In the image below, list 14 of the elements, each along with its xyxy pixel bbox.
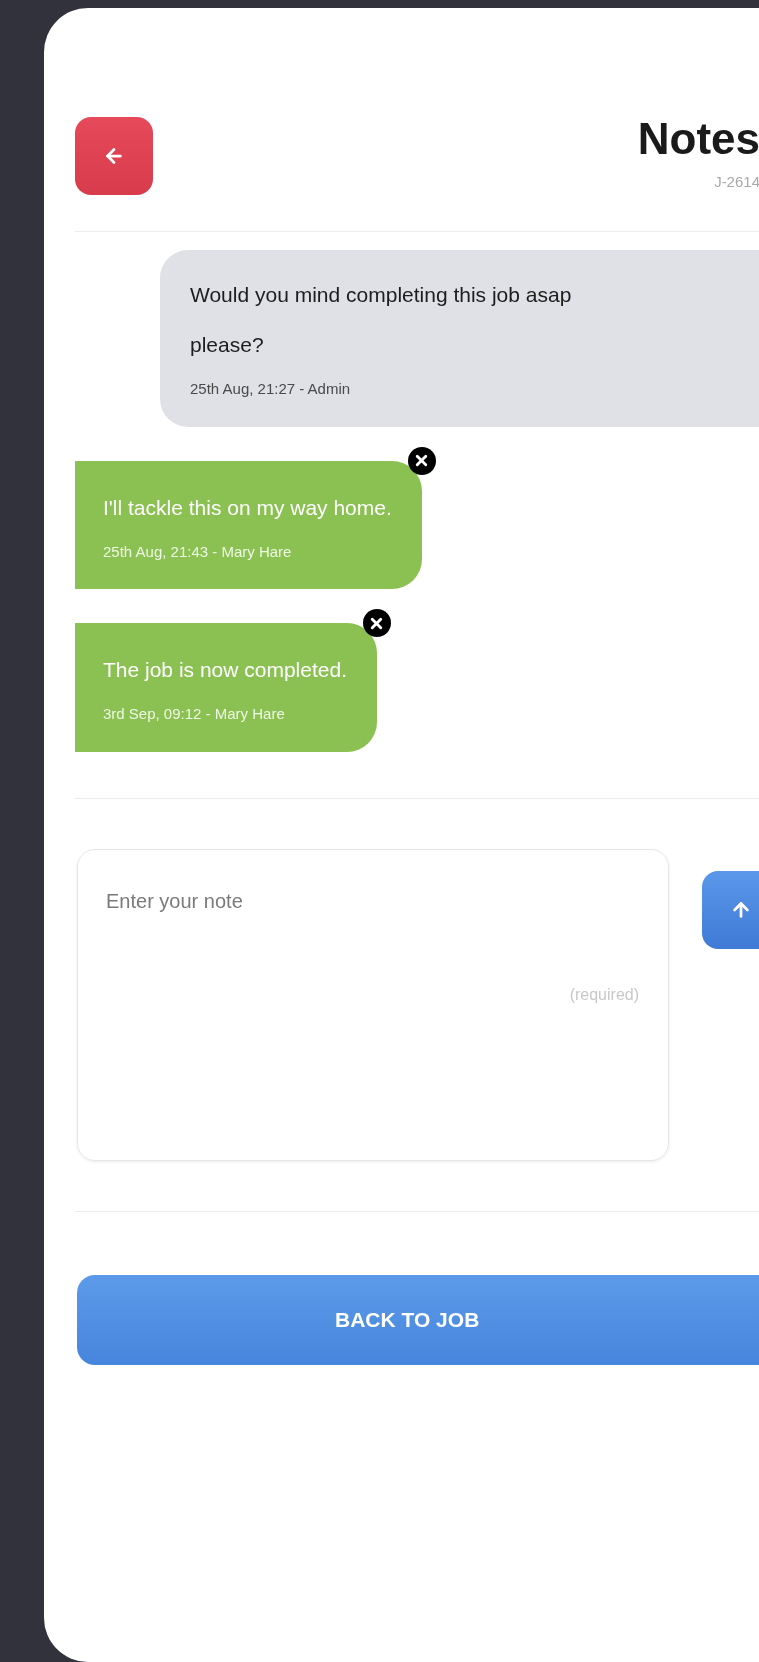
- delete-message-button[interactable]: [362, 609, 391, 637]
- job-number: J-2614: [714, 172, 759, 192]
- send-button[interactable]: [702, 870, 759, 949]
- message-meta: 25th Aug, 21:43 - Mary Hare: [103, 541, 293, 562]
- message-meta: 3rd Sep, 09:12 - Mary Hare: [103, 704, 286, 724]
- delete-message-button[interactable]: [407, 446, 436, 475]
- message-text: Would you mind completing this job asap please?: [190, 282, 573, 358]
- page-title: Notes: [637, 113, 759, 165]
- message-text: I'll tackle this on my way home.: [103, 494, 392, 521]
- back-to-job-button[interactable]: BACK TO JOB: [77, 1274, 759, 1365]
- back-arrow-icon: [103, 145, 125, 167]
- message-meta: 25th Aug, 21:27 - Admin: [190, 379, 352, 399]
- back-button[interactable]: [75, 117, 153, 195]
- message-text: The job is now completed.: [103, 657, 347, 683]
